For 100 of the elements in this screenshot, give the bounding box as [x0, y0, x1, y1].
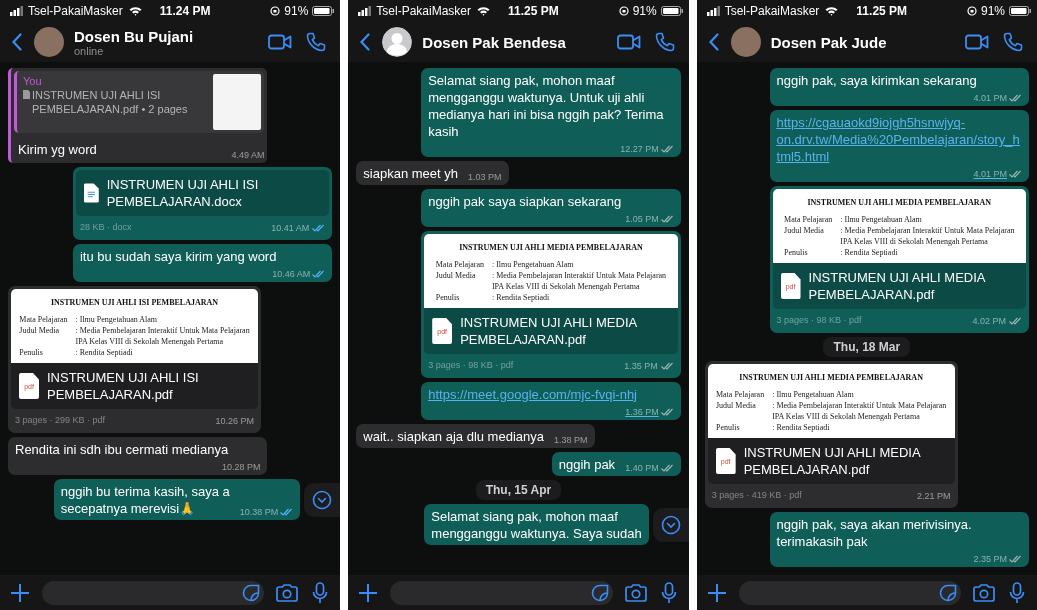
message-bubble[interactable]: wait.. siapkan aja dlu medianya 1.38 PM — [356, 424, 595, 448]
message-time: 1.36 PM — [625, 407, 659, 417]
avatar-photo-placeholder[interactable] — [34, 27, 64, 57]
wifi-icon — [477, 6, 491, 16]
back-button[interactable] — [10, 31, 24, 53]
camera-button[interactable] — [622, 581, 649, 604]
document-field-label: Penulis — [19, 348, 44, 358]
file-message-bubble[interactable] — [769, 186, 1029, 333]
video-call-button[interactable] — [963, 32, 991, 52]
file-name: INSTRUMEN UJI AHLI MEDIA PEMBELAJARAN.pdf — [460, 314, 638, 348]
carrier-name: Tsel-PakaiMasker — [376, 4, 472, 18]
signal-icon — [706, 6, 721, 16]
message-text: Kirim yg word — [17, 141, 98, 159]
message-input[interactable] — [390, 580, 613, 605]
document-field-value: : Ilmu Pengetahuan Alam — [772, 390, 855, 400]
message-time: 1.05 PM — [625, 214, 659, 224]
message-time: 4.02 PM — [972, 315, 1006, 326]
chevron-down-circle-icon[interactable] — [660, 514, 681, 535]
message-bubble[interactable]: You INSTRUMEN UJI AHLI ISI PEMBELAJARAN.pdf • 2 pages Kirim yg word 4.49 AM — [8, 68, 268, 163]
message-text: nggih pak, saya kirimkan sekarang — [776, 72, 977, 89]
contact-status: online — [74, 44, 105, 57]
battery-icon — [660, 6, 683, 16]
video-call-button[interactable] — [614, 32, 643, 52]
file-name: INSTRUMEN UJI AHLI MEDIA PEMBELAJARAN.pdf — [743, 444, 922, 478]
message-time: 10.26 PM — [215, 415, 254, 426]
message-time: 4.01 PM — [973, 169, 1007, 179]
contact-name[interactable]: Dosen Bu Pujani — [74, 27, 257, 45]
quoted-sender: You — [23, 74, 43, 88]
battery-percentage: 91% — [284, 4, 309, 18]
document-field-value: : Rendita Septiadi — [75, 348, 134, 358]
file-message-bubble[interactable] — [421, 231, 681, 378]
file-details: 3 pages · 98 KB · pdf — [776, 314, 862, 327]
message-time: 10.28 PM — [221, 462, 261, 472]
message-time: 2.21 PM — [917, 490, 951, 501]
quoted-message[interactable]: You INSTRUMEN UJI AHLI ISI PEMBELAJARAN.pdf • 2 pages — [14, 71, 265, 133]
microphone-button[interactable] — [1007, 579, 1027, 606]
wifi-icon — [128, 6, 142, 16]
message-bubble[interactable]: nggih pak saya siapkan sekarang 1.05 PM — [421, 189, 681, 227]
message-text: wait.. siapkan aja dlu medianya — [363, 428, 544, 445]
message-time: 4.49 AM — [231, 150, 265, 160]
camera-button[interactable] — [971, 581, 997, 604]
sticker-icon[interactable] — [590, 583, 609, 602]
phone-call-button[interactable] — [1001, 30, 1025, 54]
message-bubble[interactable]: siapkan meet yh 1.03 PM — [356, 161, 509, 185]
file-message-bubble[interactable] — [704, 361, 958, 508]
file-details: 3 pages · 299 KB · pdf — [15, 414, 106, 427]
document-field-value: : Media Pembelajaran Interaktif Untuk Mata Pelajaran — [75, 326, 250, 336]
scroll-down-button[interactable] — [304, 482, 341, 517]
file-name: INSTRUMEN UJI AHLI MEDIA PEMBELAJARAN.pdf — [808, 269, 987, 303]
message-time: 1.40 PM — [625, 463, 659, 473]
contact-name[interactable]: Dosen Pak Jude — [770, 33, 953, 51]
message-text: nggih bu terima kasih, saya a secepatnya merevisi🙏 — [60, 483, 230, 517]
message-text: nggih pak — [558, 456, 616, 473]
battery-icon — [1009, 6, 1031, 16]
status-time: 11.25 PM — [508, 4, 559, 18]
signal-icon — [358, 6, 373, 16]
file-details: 28 KB · docx — [79, 221, 132, 234]
file-message-bubble[interactable]: INSTRUMEN UJI AHLI ISI PEMBELAJARAN.docx 28 KB · docx 10.41 AM — [72, 167, 333, 240]
message-input[interactable] — [738, 580, 961, 605]
carrier-name: Tsel-PakaiMasker — [28, 4, 123, 18]
carrier-name: Tsel-PakaiMasker — [724, 4, 820, 18]
message-bubble[interactable]: nggih pak, saya akan merivisinya. terimakasih pak 2.35 PM — [769, 512, 1029, 567]
back-button[interactable] — [358, 31, 373, 53]
document-title: INSTRUMEN UJI AHLI MEDIA PEMBELAJARAN — [739, 372, 923, 384]
document-field-value: : Rendita Septiadi — [840, 248, 899, 258]
document-field-value: IPA Kelas VIII di Sekolah Menengah Pertama — [772, 412, 921, 422]
chevron-down-circle-icon[interactable] — [312, 489, 333, 510]
scroll-down-button[interactable] — [652, 507, 689, 542]
message-bubble[interactable]: Selamat siang pak, mohon maaf mengganggu waktunya. Untuk uji ahli medianya hari ini bisa nggih pak? Terima kasih 12.27 PM — [421, 68, 681, 157]
message-bubble[interactable]: nggih pak 1.40 PM — [551, 452, 681, 476]
message-bubble[interactable]: Rendita ini sdh ibu cermati medianya 10.28 PM — [8, 437, 268, 475]
status-time: 11.25 PM — [856, 4, 908, 18]
avatar-photo-placeholder[interactable] — [730, 27, 761, 57]
battery-icon — [312, 6, 335, 16]
file-details: 3 pages · 419 KB · pdf — [711, 489, 802, 502]
file-name: INSTRUMEN UJI AHLI ISI PEMBELAJARAN.pdf — [47, 369, 200, 403]
document-field-label: Mata Pelajaran — [715, 390, 765, 400]
document-title: INSTRUMEN UJI AHLI ISI PEMBELAJARAN — [50, 297, 219, 309]
message-bubble[interactable]: nggih bu terima kasih, saya a secepatnya merevisi🙏 10.38 PM — [53, 479, 301, 520]
message-time: 1.03 PM — [468, 172, 502, 182]
rotation-lock-icon — [966, 6, 977, 16]
back-button[interactable] — [706, 31, 721, 53]
date-divider: Thu, 15 Apr — [475, 480, 562, 500]
contact-name[interactable]: Dosen Pak Bendesa — [422, 33, 605, 51]
message-input[interactable] — [42, 580, 265, 605]
message-text: Selamat siang pak, mohon maaf mengganggu waktunya. Saya sudah — [431, 508, 642, 542]
sticker-icon[interactable] — [939, 583, 957, 602]
avatar-silhouette-icon[interactable] — [382, 27, 413, 57]
camera-button[interactable] — [274, 581, 301, 604]
message-time: 1.35 PM — [624, 360, 658, 371]
message-bubble[interactable]: Selamat siang pak, mohon maaf mengganggu waktunya. Saya sudah — [424, 504, 649, 545]
message-bubble[interactable]: nggih pak, saya kirimkan sekarang 4.01 PM — [769, 68, 1029, 106]
sticker-icon[interactable] — [242, 583, 261, 602]
message-bubble[interactable]: itu bu sudah saya kirim yang word 10.46 AM — [72, 244, 333, 282]
file-attachment[interactable]: INSTRUMEN UJI AHLI ISI PEMBELAJARAN.docx — [75, 170, 330, 216]
document-field-value: IPA Kelas VIII di Sekolah Menengah Pertama — [491, 282, 641, 292]
file-message-bubble[interactable] — [8, 286, 261, 433]
document-field-value: : Rendita Septiadi — [491, 293, 551, 303]
message-text: itu bu sudah saya kirim yang word — [79, 248, 277, 265]
file-details: 3 pages · 98 KB · pdf — [428, 359, 514, 372]
